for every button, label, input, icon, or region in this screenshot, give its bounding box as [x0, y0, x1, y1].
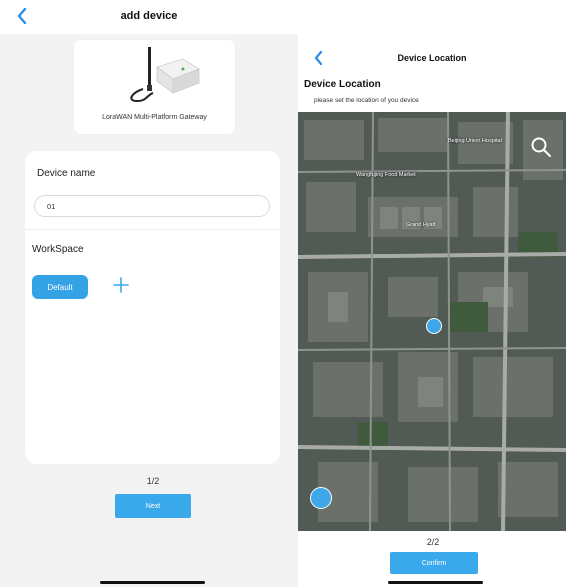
confirm-button[interactable]: Confirm	[390, 552, 478, 574]
product-card: LoraWAN Multi-Platform Gateway	[73, 39, 236, 135]
section-title: Device Location	[304, 79, 381, 90]
device-location-screen: Device Location Device Location please s…	[298, 0, 566, 587]
page-title: Device Location	[397, 53, 467, 63]
add-workspace-button[interactable]	[109, 273, 133, 297]
header: Device Location	[298, 44, 566, 72]
page-title: add device	[120, 10, 178, 22]
locate-me-icon[interactable]	[310, 487, 332, 509]
page-indicator: 2/2	[426, 537, 440, 547]
section-description: please set the location of you device	[314, 97, 419, 104]
device-name-input[interactable]	[35, 196, 269, 217]
next-button[interactable]: Next	[115, 494, 191, 518]
header: add device	[0, 0, 298, 34]
map-label: Wangfujing Food Market	[356, 172, 416, 178]
home-indicator	[388, 581, 483, 584]
plus-icon	[113, 277, 129, 293]
map-label: Beijing Union Hospital	[448, 138, 502, 144]
search-icon	[531, 137, 551, 157]
map-label: Grand Hyatt	[406, 222, 436, 228]
gateway-image	[130, 47, 200, 103]
form-divider	[25, 229, 280, 230]
product-name: LoraWAN Multi-Platform Gateway	[102, 114, 207, 121]
device-name-label: Device name	[37, 168, 96, 179]
add-device-screen: add device LoraWAN Multi-Platform Gatewa…	[0, 0, 298, 587]
location-pin-icon[interactable]	[426, 318, 442, 334]
device-name-field-wrapper	[34, 195, 270, 217]
device-form-card: Device name WorkSpace Default	[25, 151, 280, 464]
satellite-map[interactable]: Beijing Union Hospital Wangfujing Food M…	[298, 112, 566, 531]
map-search-button[interactable]	[530, 136, 552, 158]
workspace-label: WorkSpace	[32, 244, 84, 255]
workspace-default-chip[interactable]: Default	[32, 275, 88, 299]
home-indicator	[100, 581, 205, 584]
page-indicator: 1/2	[146, 476, 160, 486]
